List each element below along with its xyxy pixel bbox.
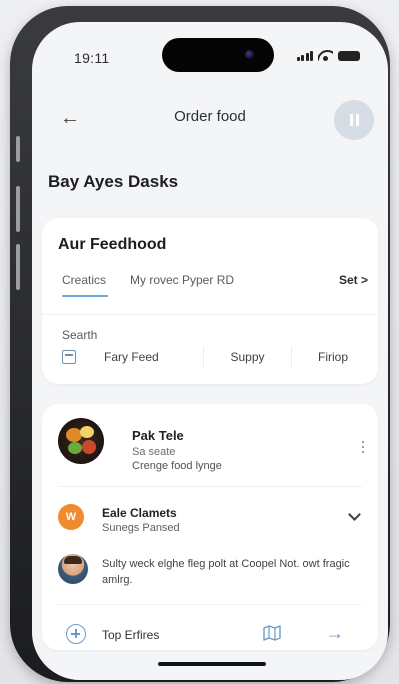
dynamic-island [162,38,274,72]
mute-switch [16,136,20,162]
filter-row: Fary Feed Suppy Firiop [62,344,368,370]
stage: 19:11 ← Order food Bay Ayes Dasks Aur Fe… [0,0,399,684]
map-button[interactable] [262,624,282,642]
wifi-icon [318,50,333,61]
more-options-button[interactable] [356,436,370,458]
merchant-logo-icon: W [58,504,84,530]
search-label: Searth [62,328,98,342]
item-description: Crenge food lynge [132,460,222,472]
divider [58,486,362,487]
expand-button[interactable] [346,508,364,526]
signal-icon [296,50,313,61]
food-image[interactable] [58,418,104,464]
merchant-title: Eale Clamets [102,506,177,520]
divider [42,314,378,315]
tab-creatics[interactable]: Creatics [62,273,106,287]
next-button[interactable]: → [324,622,346,644]
calendar-icon[interactable] [62,350,76,364]
pause-button[interactable] [334,100,374,140]
avatar [58,554,88,584]
filter-fary-feed[interactable]: Fary Feed [104,346,204,368]
feed-card-title: Aur Feedhood [58,236,167,253]
active-tab-indicator [62,295,108,297]
app-header: ← Order food [32,100,388,140]
filter-suppy[interactable]: Suppy [204,346,292,368]
camera-icon [245,50,254,59]
phone-frame: 19:11 ← Order food Bay Ayes Dasks Aur Fe… [10,6,390,682]
arrow-right-icon: → [326,622,344,643]
status-time: 19:11 [74,50,110,66]
tab-my-rovec[interactable]: My rovec Pyper RD [130,273,234,287]
merchant-subtitle: Sunegs Pansed [102,522,180,534]
divider [58,604,362,605]
feed-card: Aur Feedhood Creatics My rovec Pyper RD … [42,218,378,384]
filter-firiop[interactable]: Firiop [292,346,360,368]
set-link[interactable]: Set > [339,273,368,287]
orders-card: Pak Tele Sa seate Crenge food lynge W Ea… [42,404,378,650]
map-icon [263,625,281,641]
section-title: Bay Ayes Dasks [48,172,179,191]
add-button[interactable] [66,624,86,644]
battery-icon [338,50,360,61]
phone-screen: 19:11 ← Order food Bay Ayes Dasks Aur Fe… [32,22,388,680]
message-text: Sulty weck elghe fleg polt at Coopel Not… [102,558,350,586]
volume-up-button [16,186,20,232]
add-label[interactable]: Top Erfires [102,628,159,642]
feed-tabs: Creatics My rovec Pyper RD Set > [62,273,368,299]
status-icons [296,50,360,61]
volume-down-button [16,244,20,290]
more-vertical-icon [361,440,365,444]
item-title: Pak Tele [132,428,184,443]
pause-icon [349,114,353,126]
item-subtitle: Sa seate [132,446,176,458]
status-bar: 19:11 [32,22,388,76]
home-indicator[interactable] [158,662,266,666]
